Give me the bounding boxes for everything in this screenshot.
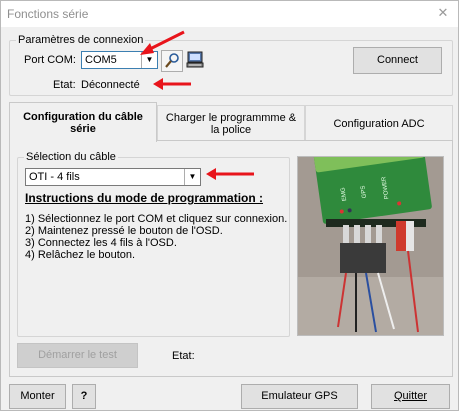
start-test-button[interactable]: Démarrer le test <box>17 343 138 368</box>
cable-group-title: Sélection du câble <box>24 151 118 163</box>
instruction-step-3: 3) Connectez les 4 fils à l'OSD. <box>25 237 177 249</box>
annotation-arrow-cable <box>206 168 254 180</box>
terminal-button[interactable] <box>185 50 207 72</box>
title-bar: Fonctions série ✕ <box>1 1 458 27</box>
monter-button[interactable]: Monter <box>9 384 66 409</box>
close-icon[interactable]: ✕ <box>436 6 450 20</box>
gps-emulator-button[interactable]: Emulateur GPS <box>241 384 358 409</box>
instruction-step-2: 2) Maintenez pressé le bouton de l'OSD. <box>25 225 223 237</box>
cable-photo-image: EMG GPS POWER <box>298 157 443 335</box>
status-label: Etat: <box>53 79 76 91</box>
chevron-down-icon[interactable]: ▼ <box>184 169 200 185</box>
quit-button[interactable]: Quitter <box>371 384 450 409</box>
tab-load-program-label: Charger le programmme & la police <box>165 111 297 136</box>
help-button[interactable]: ? <box>72 384 96 409</box>
annotation-arrow-status <box>153 78 191 90</box>
tab-load-program[interactable]: Charger le programmme & la police <box>157 105 305 141</box>
cable-select-value: OTI - 4 fils <box>29 171 80 183</box>
cable-select[interactable]: OTI - 4 fils ▼ <box>25 168 201 186</box>
instruction-step-4: 4) Relâchez le bouton. <box>25 249 136 261</box>
instructions-title: Instructions du mode de programmation : <box>25 191 264 205</box>
tab-cable-config-label: Configuration du câble série <box>23 110 143 135</box>
instruction-step-1: 1) Sélectionnez le port COM et cliquez s… <box>25 213 288 225</box>
computer-icon <box>186 51 204 68</box>
tab-adc-config-label: Configuration ADC <box>333 117 425 130</box>
window-title: Fonctions série <box>7 7 89 21</box>
tab-cable-config[interactable]: Configuration du câble série <box>9 102 157 142</box>
serial-functions-window: Fonctions série ✕ Paramètres de connexio… <box>0 0 459 411</box>
port-com-label: Port COM: <box>24 54 76 66</box>
port-com-value: COM5 <box>85 54 117 66</box>
cable-photo: EMG GPS POWER <box>297 156 444 336</box>
test-state-label: Etat: <box>172 350 195 362</box>
tab-adc-config[interactable]: Configuration ADC <box>305 105 453 141</box>
connect-button[interactable]: Connect <box>353 47 442 74</box>
status-value: Déconnecté <box>81 79 140 91</box>
annotation-arrow-port <box>140 30 185 55</box>
connection-group-title: Paramètres de connexion <box>16 34 146 46</box>
